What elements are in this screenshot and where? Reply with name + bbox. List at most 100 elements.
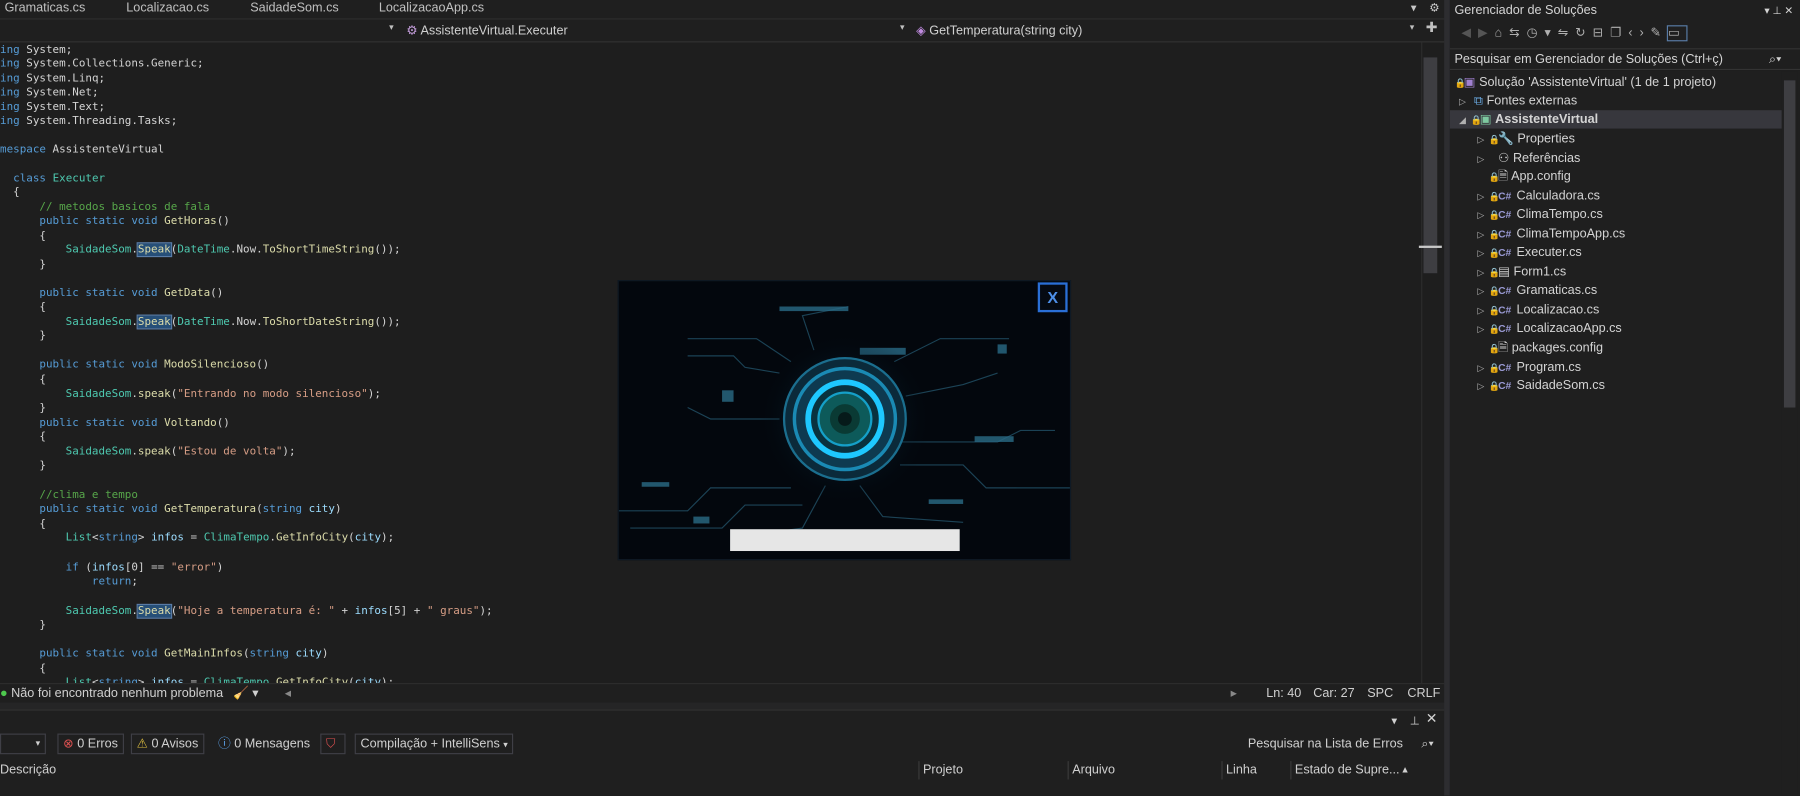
editor-scroll-thumb[interactable] bbox=[1423, 57, 1438, 274]
project-dropdown-icon[interactable]: ▾ bbox=[389, 22, 394, 32]
column-line[interactable]: Linha bbox=[1226, 761, 1257, 779]
tree-item-climatempoapp[interactable]: ▷ 🔒C# ClimaTempoApp.cs bbox=[1477, 225, 1625, 243]
tree-item-properties[interactable]: ▷ 🔒🔧 Properties bbox=[1477, 130, 1574, 148]
tree-item-program[interactable]: ▷ 🔒C# Program.cs bbox=[1477, 358, 1581, 376]
expand-icon[interactable]: ▷ bbox=[1477, 188, 1488, 206]
expand-icon[interactable]: ▷ bbox=[1459, 93, 1470, 111]
tab-gramaticas[interactable]: Gramaticas.cs bbox=[5, 0, 86, 18]
solution-scope-dropdown[interactable]: ▾ bbox=[0, 733, 46, 755]
tree-item-localizacao[interactable]: ▷ 🔒C# Localizacao.cs bbox=[1477, 301, 1599, 319]
scroll-left-icon[interactable]: ◂ bbox=[285, 685, 291, 702]
back-icon[interactable]: ◀ bbox=[1461, 26, 1478, 40]
code-line: ing System.Linq; bbox=[0, 72, 106, 85]
tree-item-packages-config[interactable]: 🔒🗎 packages.config bbox=[1477, 339, 1603, 357]
pending-changes-icon[interactable]: ◷▾ bbox=[1527, 26, 1558, 40]
close-panel-icon[interactable]: ✕ bbox=[1426, 711, 1438, 728]
lock-icon: 🔒 bbox=[1488, 305, 1501, 316]
code-line: SaidadeSom.Speak(DateTime.Now.ToShortTim… bbox=[65, 242, 401, 258]
scroll-right-icon[interactable]: ▸ bbox=[1231, 685, 1237, 702]
member-dropdown-icon[interactable]: ▾ bbox=[1410, 22, 1415, 32]
cleanup-button[interactable]: 🧹 ▾ bbox=[233, 685, 259, 702]
refresh-icon[interactable]: ↻ bbox=[1575, 26, 1592, 40]
tab-list-dropdown-icon[interactable]: ▾ bbox=[1411, 2, 1417, 15]
expand-icon[interactable]: ▷ bbox=[1477, 150, 1488, 168]
line-number[interactable]: Ln: 40 bbox=[1266, 685, 1301, 702]
pin-icon[interactable]: ⊥ bbox=[1410, 713, 1420, 730]
sync-icon[interactable]: ⇋ bbox=[1558, 26, 1575, 40]
column-suppression-state[interactable]: Estado de Supre... bbox=[1295, 761, 1400, 779]
panel-splitter[interactable] bbox=[0, 702, 1445, 710]
close-button[interactable]: X bbox=[1037, 282, 1068, 313]
expand-icon[interactable]: ▷ bbox=[1477, 226, 1488, 244]
expand-icon[interactable]: ▷ bbox=[1477, 264, 1488, 282]
tab-localizacaoapp[interactable]: LocalizacaoApp.cs bbox=[379, 0, 484, 18]
show-all-files-icon[interactable]: ❐ bbox=[1610, 26, 1628, 40]
tree-item-form1[interactable]: ▷ 🔒▤ Form1.cs bbox=[1477, 263, 1566, 281]
sort-icon[interactable]: ▲ bbox=[1401, 761, 1410, 779]
tree-item-gramaticas[interactable]: ▷ 🔒C# Gramaticas.cs bbox=[1477, 281, 1597, 299]
line-ending[interactable]: CRLF bbox=[1407, 685, 1440, 702]
tab-saidadesom[interactable]: SaidadeSom.cs bbox=[250, 0, 338, 18]
problems-indicator[interactable]: ● Não foi encontrado nenhum problema bbox=[0, 685, 223, 702]
tree-item-saidadesom[interactable]: ▷ 🔒C# SaidadeSom.cs bbox=[1477, 377, 1604, 395]
assistant-text-field[interactable] bbox=[730, 529, 960, 552]
class-dropdown-icon[interactable]: ▾ bbox=[900, 22, 905, 32]
lock-icon: 🔒 bbox=[1488, 323, 1501, 335]
switch-views-icon[interactable]: ⇆ bbox=[1509, 26, 1526, 40]
explorer-scrollbar[interactable] bbox=[1781, 71, 1798, 796]
expand-icon[interactable]: ▷ bbox=[1477, 302, 1488, 320]
pin-icon[interactable]: ⊥ bbox=[1773, 5, 1782, 16]
expand-icon[interactable]: ▷ bbox=[1477, 282, 1488, 300]
solution-search-box[interactable]: Pesquisar em Gerenciador de Soluções (Ct… bbox=[1449, 48, 1800, 71]
column-project[interactable]: Projeto bbox=[923, 761, 963, 779]
expand-icon[interactable]: ▷ bbox=[1477, 378, 1488, 396]
column-number[interactable]: Car: 27 bbox=[1313, 685, 1354, 702]
expand-icon[interactable]: ▷ bbox=[1477, 131, 1488, 149]
column-file[interactable]: Arquivo bbox=[1072, 761, 1115, 779]
build-scope-dropdown[interactable]: Compilação + IntelliSens ▾ bbox=[354, 733, 514, 755]
column-description[interactable]: Descrição bbox=[0, 761, 56, 779]
tab-localizacao[interactable]: Localizacao.cs bbox=[126, 0, 209, 18]
panel-options-icon[interactable]: ▾ bbox=[1391, 713, 1397, 730]
search-icon: ⌕▾ bbox=[1421, 736, 1434, 751]
code-line: { bbox=[39, 373, 46, 386]
forward-icon[interactable]: ▶ bbox=[1478, 26, 1495, 40]
view-code-icon[interactable]: ‹› bbox=[1628, 26, 1650, 40]
preview-icon[interactable]: ▭ bbox=[1666, 25, 1689, 42]
properties-icon[interactable]: ✎ bbox=[1651, 26, 1668, 40]
error-list-search[interactable]: Pesquisar na Lista de Erros ⌕▾ bbox=[1242, 734, 1439, 755]
warnings-count: 0 Avisos bbox=[151, 736, 199, 751]
close-icon[interactable]: ✕ bbox=[1784, 5, 1793, 16]
collapse-icon[interactable]: ◢ bbox=[1459, 111, 1470, 129]
lock-icon: 🔒 bbox=[1488, 134, 1501, 145]
tree-item-localizacaoapp[interactable]: ▷ 🔒C# LocalizacaoApp.cs bbox=[1477, 319, 1621, 337]
tree-solution-node[interactable]: 🔒▣ Solução 'AssistenteVirtual' (1 de 1 p… bbox=[1454, 73, 1716, 91]
code-line: if (infos[0] == "error") bbox=[65, 561, 224, 574]
expand-icon[interactable]: ▷ bbox=[1477, 207, 1488, 225]
explorer-scroll-thumb[interactable] bbox=[1783, 80, 1796, 408]
warnings-filter-button[interactable]: ⚠ 0 Avisos bbox=[130, 733, 205, 755]
expand-icon[interactable]: ▷ bbox=[1477, 320, 1488, 338]
pane-options-icon[interactable]: ▾ bbox=[1764, 5, 1769, 16]
expand-icon[interactable]: ▷ bbox=[1477, 359, 1488, 377]
messages-filter-button[interactable]: ⓘ 0 Mensagens bbox=[212, 734, 315, 755]
filter-icon[interactable]: ⛉ bbox=[320, 733, 346, 755]
expand-icon[interactable]: ▷ bbox=[1477, 245, 1488, 263]
settings-icon[interactable]: ⚙ bbox=[1429, 2, 1439, 15]
split-icon[interactable]: ✚ bbox=[1426, 20, 1438, 36]
lock-icon: 🔒 bbox=[1488, 210, 1501, 221]
tree-project-node[interactable]: ◢ 🔒▣ AssistenteVirtual bbox=[1449, 110, 1782, 129]
collapse-all-icon[interactable]: ⊟ bbox=[1593, 26, 1610, 40]
member-dropdown[interactable]: ◈ GetTemperatura(string city) bbox=[916, 22, 1082, 40]
tree-external-sources[interactable]: ▷ ⧉ Fontes externas bbox=[1459, 92, 1577, 110]
class-dropdown[interactable]: ⚙ AssistenteVirtual.Executer bbox=[406, 22, 567, 40]
spacing-mode[interactable]: SPC bbox=[1367, 685, 1393, 702]
tree-item-app-config[interactable]: 🔒🗎 App.config bbox=[1477, 168, 1571, 186]
tree-item-executer[interactable]: ▷ 🔒C# Executer.cs bbox=[1477, 243, 1581, 261]
tree-item-calculadora[interactable]: ▷ 🔒C# Calculadora.cs bbox=[1477, 187, 1600, 205]
errors-filter-button[interactable]: ⊗ 0 Erros bbox=[57, 733, 124, 755]
lock-icon: 🔒 bbox=[1488, 229, 1501, 240]
tree-item-climatempo[interactable]: ▷ 🔒C# ClimaTempo.cs bbox=[1477, 205, 1602, 223]
home-icon[interactable]: ⌂ bbox=[1495, 26, 1510, 40]
tree-item-references[interactable]: ▷ ⚇ Referências bbox=[1477, 149, 1580, 167]
